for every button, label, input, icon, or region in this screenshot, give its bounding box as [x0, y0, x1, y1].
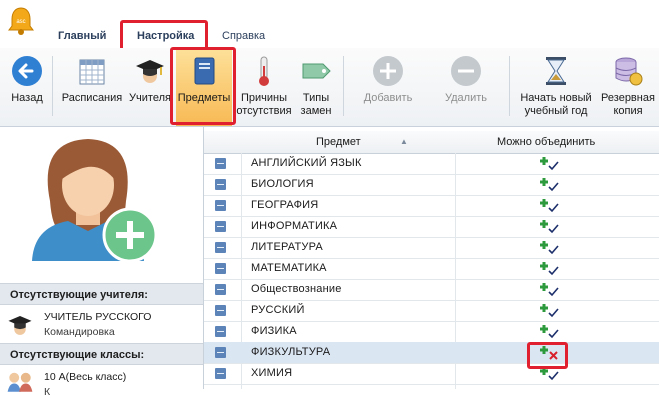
subject-name: ИНФОРМАТИКА: [251, 220, 338, 232]
subject-name: ФИЗИКА: [251, 325, 297, 337]
subject-icon: [215, 284, 226, 295]
hourglass-icon: [546, 57, 566, 85]
plus-check-icon[interactable]: [540, 302, 560, 318]
separator: [343, 56, 344, 116]
new-school-year-button[interactable]: Начать новый учебный год: [516, 48, 596, 126]
table-row[interactable]: ЛИТЕРАТУРА: [204, 237, 659, 259]
subject-name: ГЕОГРАФИЯ: [251, 199, 319, 211]
subjects-table: Предмет ▲ Можно объединить АНГЛИЙСКИЙ ЯЗ…: [204, 131, 659, 389]
table-row[interactable]: ФИЗКУЛЬТУРА: [204, 342, 659, 364]
table-row[interactable]: ХИМИЯ: [204, 363, 659, 385]
delete-button[interactable]: Удалить: [436, 48, 496, 126]
backup-button[interactable]: Резервная копия: [598, 48, 658, 126]
subject-name: РУССКИЙ: [251, 304, 305, 316]
absent-class-item[interactable]: 10 А(Весь класс) К: [0, 367, 203, 401]
highlight-subjects-button: [170, 47, 236, 125]
absence-reasons-button[interactable]: Причины отсутствия: [236, 48, 292, 126]
plus-circle-icon: [373, 56, 403, 86]
table-row[interactable]: ИНФОРМАТИКА: [204, 216, 659, 238]
absent-teacher-name: УЧИТЕЛЬ РУССКОГО: [44, 311, 152, 323]
highlight-cross-mark: [527, 342, 568, 369]
absent-class-name: 10 А(Весь класс): [44, 371, 127, 383]
plus-check-icon[interactable]: [540, 218, 560, 234]
absent-teacher-item[interactable]: УЧИТЕЛЬ РУССКОГО Командировка: [0, 307, 203, 341]
table-header: Предмет ▲ Можно объединить: [204, 131, 659, 154]
subject-icon: [215, 263, 226, 274]
subject-icon: [215, 242, 226, 253]
absent-classes-header: Отсутствующие классы:: [0, 343, 203, 365]
arrow-left-icon: [12, 56, 42, 86]
table-row[interactable]: МАТЕМАТИКА: [204, 258, 659, 280]
plus-check-icon[interactable]: [540, 260, 560, 276]
plus-check-icon[interactable]: [540, 281, 560, 297]
subject-icon: [215, 200, 226, 211]
subject-icon: [215, 347, 226, 358]
title-bar: asc Главный Настройка Справка: [0, 0, 659, 48]
add-button[interactable]: Добавить: [356, 48, 420, 126]
absent-teacher-reason: Командировка: [44, 326, 115, 338]
table-row[interactable]: РУССКИЙ: [204, 300, 659, 322]
table-row[interactable]: БИОЛОГИЯ: [204, 174, 659, 196]
tab-help[interactable]: Справка: [222, 30, 265, 42]
toolbar: Назад Расписания Учителя Предметы Причин…: [0, 48, 659, 127]
table-row[interactable]: АНГЛИЙСКИЙ ЯЗЫК: [204, 153, 659, 175]
plus-check-icon[interactable]: [540, 239, 560, 255]
database-icon: [615, 57, 643, 86]
table-row[interactable]: ФИЗИКА: [204, 321, 659, 343]
plus-check-icon[interactable]: [540, 323, 560, 339]
absent-teachers-header: Отсутствующие учителя:: [0, 283, 203, 305]
tab-main[interactable]: Главный: [58, 30, 106, 42]
subject-icon: [215, 179, 226, 190]
table-row[interactable]: Обществознание: [204, 279, 659, 301]
subject-name: БИОЛОГИЯ: [251, 178, 314, 190]
plus-check-icon[interactable]: [540, 197, 560, 213]
column-subject[interactable]: Предмет: [316, 136, 361, 148]
tag-icon: [302, 63, 331, 79]
subject-name: Обществознание: [251, 283, 342, 295]
schedules-button[interactable]: Расписания: [58, 48, 126, 126]
separator: [509, 56, 510, 116]
subject-name: ФИЗКУЛЬТУРА: [251, 346, 331, 358]
absent-class-reason: К: [44, 386, 51, 398]
teachers-button[interactable]: Учителя: [126, 48, 174, 126]
subject-icon: [215, 326, 226, 337]
left-panel: Отсутствующие учителя: УЧИТЕЛЬ РУССКОГО …: [0, 127, 204, 398]
back-button[interactable]: Назад: [6, 48, 48, 126]
graduation-cap-icon: [136, 60, 164, 83]
subject-name: АНГЛИЙСКИЙ ЯЗЫК: [251, 157, 362, 169]
graduation-cap-icon: [8, 315, 32, 335]
add-user-avatar-icon[interactable]: [18, 131, 163, 261]
subject-name: МАТЕМАТИКА: [251, 262, 327, 274]
table-icon: [79, 59, 105, 85]
table-row[interactable]: ГЕОГРАФИЯ: [204, 195, 659, 217]
thermometer-icon: [259, 56, 269, 86]
minus-circle-icon: [451, 56, 481, 86]
svg-text:asc: asc: [16, 19, 25, 25]
separator: [52, 56, 53, 116]
subject-name: ХИМИЯ: [251, 367, 293, 379]
subject-name: ЛИТЕРАТУРА: [251, 241, 323, 253]
subject-icon: [215, 305, 226, 316]
subject-icon: [215, 221, 226, 232]
subject-icon: [215, 158, 226, 169]
column-combine[interactable]: Можно объединить: [497, 136, 595, 148]
sort-asc-icon: ▲: [400, 137, 408, 146]
subject-icon: [215, 368, 226, 379]
bell-icon[interactable]: asc: [7, 6, 35, 36]
replacement-types-button[interactable]: Типы замен: [294, 48, 338, 126]
plus-check-icon[interactable]: [540, 176, 560, 192]
plus-check-icon[interactable]: [540, 155, 560, 171]
